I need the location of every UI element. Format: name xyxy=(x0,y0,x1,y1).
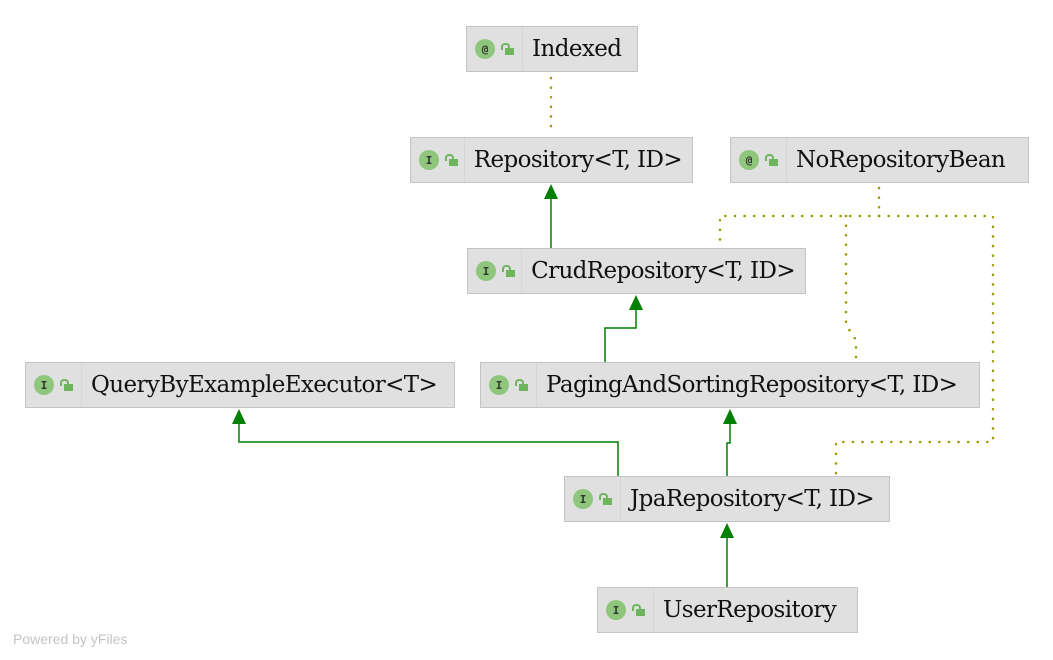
lock-open-icon xyxy=(501,43,514,55)
node-paging-and-sorting-repository[interactable]: I PagingAndSortingRepository<T, ID> xyxy=(480,362,980,408)
interface-icon: I xyxy=(606,600,626,620)
interface-icon: I xyxy=(34,375,54,395)
uml-diagram: @ Indexed I Repository<T, ID> @ NoReposi… xyxy=(0,0,1053,660)
lock-open-icon xyxy=(515,379,528,391)
node-label: Repository<T, ID> xyxy=(473,147,683,173)
edge-jpa-querybyexample xyxy=(238,423,619,476)
node-repository[interactable]: I Repository<T, ID> xyxy=(410,137,693,183)
node-label: UserRepository xyxy=(663,597,837,623)
annotation-icon: @ xyxy=(475,39,495,59)
interface-icon: I xyxy=(476,261,496,281)
edge-paging-crud xyxy=(604,309,637,362)
lock-open-icon xyxy=(632,604,645,616)
edge-paging-norepositorybean xyxy=(844,214,858,362)
node-label: PagingAndSortingRepository<T, ID> xyxy=(546,372,958,398)
lock-open-icon xyxy=(445,154,458,166)
arrowhead xyxy=(232,409,246,424)
node-label: QueryByExampleExecutor<T> xyxy=(91,372,438,398)
node-indexed[interactable]: @ Indexed xyxy=(466,26,638,72)
node-label: NoRepositoryBean xyxy=(796,147,1006,173)
node-user-repository[interactable]: I UserRepository xyxy=(597,587,858,633)
node-jpa-repository[interactable]: I JpaRepository<T, ID> xyxy=(564,476,890,522)
lock-open-icon xyxy=(765,154,778,166)
interface-icon: I xyxy=(489,375,509,395)
edge-jpa-norepositorybean xyxy=(834,214,995,476)
node-label: CrudRepository<T, ID> xyxy=(531,258,796,284)
edge-crud-norepositorybean xyxy=(718,214,881,248)
lock-open-icon xyxy=(599,493,612,505)
node-query-by-example-executor[interactable]: I QueryByExampleExecutor<T> xyxy=(25,362,455,408)
edge-jpa-paging xyxy=(726,423,731,476)
lock-open-icon xyxy=(60,379,73,391)
node-crud-repository[interactable]: I CrudRepository<T, ID> xyxy=(467,248,806,294)
interface-icon: I xyxy=(419,150,439,170)
edges-layer xyxy=(232,76,995,587)
node-label: JpaRepository<T, ID> xyxy=(630,486,875,512)
lock-open-icon xyxy=(502,265,515,277)
arrowhead xyxy=(720,523,734,538)
arrowhead xyxy=(723,409,737,424)
node-label: Indexed xyxy=(532,36,622,62)
interface-icon: I xyxy=(573,489,593,509)
node-no-repository-bean[interactable]: @ NoRepositoryBean xyxy=(730,137,1029,183)
arrowhead xyxy=(544,184,558,199)
arrowhead xyxy=(629,295,643,310)
annotation-icon: @ xyxy=(739,150,759,170)
powered-by-footer: Powered by yFiles xyxy=(13,631,128,647)
